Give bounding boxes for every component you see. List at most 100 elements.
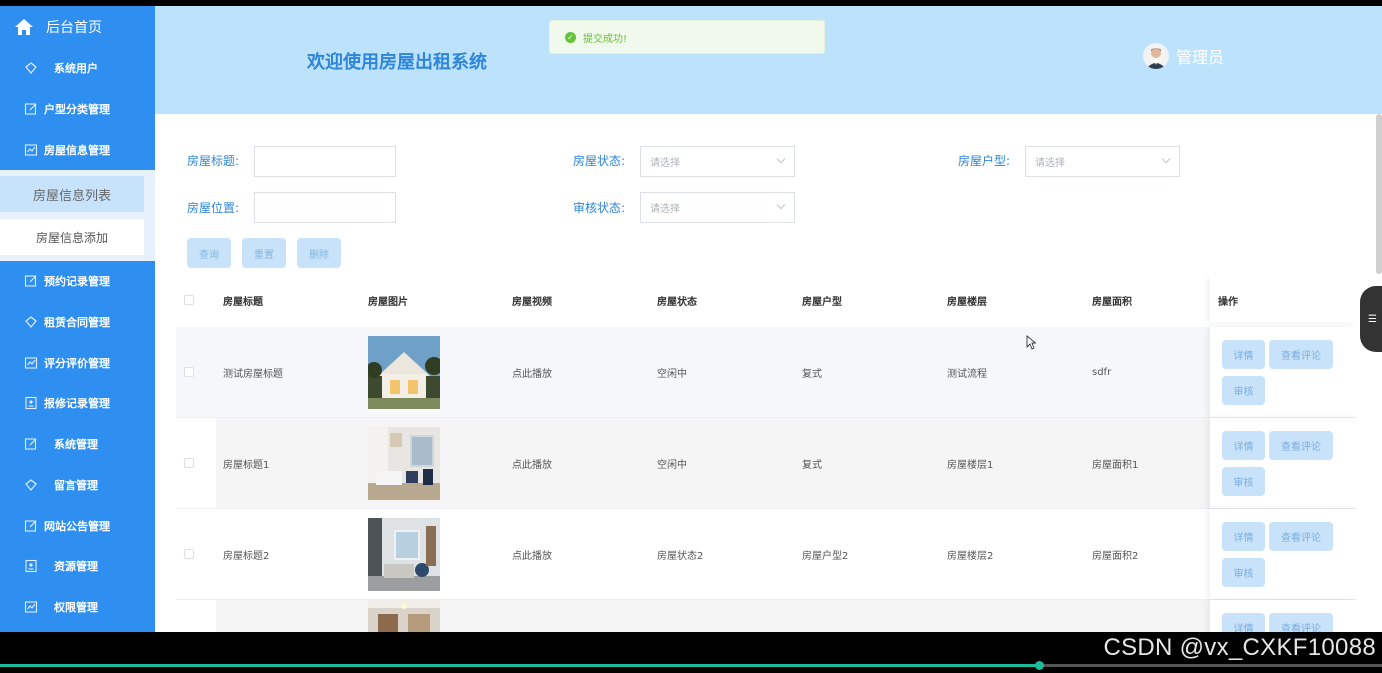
house-image[interactable] xyxy=(368,426,440,500)
audit-filter-placeholder: 请选择 xyxy=(650,204,680,215)
reset-button[interactable]: 重置 xyxy=(242,238,286,268)
detail-button[interactable]: 详情 xyxy=(1222,522,1265,551)
house-image[interactable] xyxy=(368,335,440,409)
delete-button[interactable]: 删除 xyxy=(297,238,341,268)
sidebar-item-label: 系统管理 xyxy=(54,438,98,452)
cell-floor: 测试流程 xyxy=(947,368,987,380)
audit-button[interactable]: 审核 xyxy=(1222,558,1265,587)
cell-title: 房屋标题2 xyxy=(223,550,270,562)
cell-area: 房屋面积1 xyxy=(1092,459,1139,471)
status-filter-label: 房屋状态: xyxy=(573,154,626,168)
title-filter-label: 房屋标题: xyxy=(187,154,240,168)
play-video-link[interactable]: 点此播放 xyxy=(512,327,552,417)
table-header: 房屋标题 房屋图片 房屋视频 房屋状态 房屋户型 房屋楼层 房屋面积 操作 xyxy=(176,278,1356,322)
op-cell: 详情 查看评论 xyxy=(1210,600,1356,632)
sidebar-sub-house-add[interactable]: 房屋信息添加 xyxy=(0,219,144,256)
sidebar-sub-label: 房屋信息列表 xyxy=(32,188,111,204)
cell-type: 复式 xyxy=(802,459,822,471)
table-row[interactable]: 房屋标题1 点此播放 空闲中 复式 房屋楼层1 房屋面积1 详情 查看评论 审核 xyxy=(176,418,1356,509)
drawer-handle[interactable]: ☰ xyxy=(1360,286,1382,352)
table-row[interactable]: 房屋标题2 点此播放 房屋状态2 房屋户型2 房屋楼层2 房屋面积2 详情 查看… xyxy=(176,509,1356,600)
view-comments-button[interactable]: 查看评论 xyxy=(1269,340,1333,369)
status-filter-select[interactable]: 请选择 xyxy=(640,146,795,177)
user-menu[interactable]: 管理员 xyxy=(1143,43,1224,69)
sidebar-submenu: 房屋信息列表 房屋信息添加 xyxy=(0,170,155,262)
audit-button[interactable]: 审核 xyxy=(1222,376,1265,405)
sidebar-item-label: 评分评价管理 xyxy=(44,356,110,370)
sidebar-item-permissions[interactable]: 权限管理 xyxy=(0,587,155,628)
sidebar-item-resources[interactable]: 资源管理 xyxy=(0,546,155,587)
view-comments-button[interactable]: 查看评论 xyxy=(1269,431,1333,460)
cell-area: 房屋面积2 xyxy=(1092,550,1139,562)
row-checkbox[interactable] xyxy=(184,367,194,377)
table-row[interactable]: 测试房屋标题 点此播放 空闲中 复式 测试流程 sdfr 详情 查看评论 审核 xyxy=(176,327,1356,418)
audit-button[interactable]: 审核 xyxy=(1222,467,1265,496)
table-row[interactable]: 详情 查看评论 xyxy=(176,600,1356,632)
sidebar-item-contracts[interactable]: 租赁合同管理 xyxy=(0,302,155,343)
sidebar-item-messages[interactable]: 留言管理 xyxy=(0,465,155,506)
type-filter-select[interactable]: 请选择 xyxy=(1025,146,1180,177)
cell-floor: 房屋楼层1 xyxy=(947,459,994,471)
video-progress-handle[interactable] xyxy=(1035,661,1045,670)
edit-icon xyxy=(24,275,37,287)
sidebar-home[interactable]: 后台首页 xyxy=(0,6,155,48)
sidebar-item-announcements[interactable]: 网站公告管理 xyxy=(0,505,155,546)
play-video-link[interactable]: 点此播放 xyxy=(512,418,552,508)
sidebar-item-ratings[interactable]: 评分评价管理 xyxy=(0,342,155,383)
sidebar: 后台首页 系统用户 户型分类管理 房屋信息管理 房屋信息列表 房屋信息添加 预约… xyxy=(0,6,155,632)
sidebar-item-label: 预约记录管理 xyxy=(44,275,110,289)
query-button[interactable]: 查询 xyxy=(187,238,231,268)
cell-status: 空闲中 xyxy=(657,459,687,471)
edit-icon xyxy=(24,438,37,450)
sidebar-home-label: 后台首页 xyxy=(46,20,102,36)
cell-title: 测试房屋标题 xyxy=(223,368,283,380)
house-image[interactable] xyxy=(368,517,440,591)
scrollbar[interactable] xyxy=(1376,114,1382,274)
chevron-down-icon xyxy=(776,154,786,164)
sidebar-item-label: 户型分类管理 xyxy=(44,103,110,117)
cell-type: 复式 xyxy=(802,368,822,380)
sidebar-item-house-types[interactable]: 户型分类管理 xyxy=(0,89,155,130)
sidebar-item-system[interactable]: 系统管理 xyxy=(0,424,155,465)
column-header: 操作 xyxy=(1218,296,1238,308)
type-filter-placeholder: 请选择 xyxy=(1035,158,1065,169)
toast-message: 提交成功! xyxy=(583,33,628,45)
cell-type: 房屋户型2 xyxy=(802,550,849,562)
row-checkbox[interactable] xyxy=(184,458,194,468)
view-comments-button[interactable]: 查看评论 xyxy=(1269,613,1333,632)
select-all-checkbox[interactable] xyxy=(184,295,194,305)
doc-icon xyxy=(25,397,37,410)
chart-icon xyxy=(24,601,38,613)
doc-icon xyxy=(25,560,37,573)
menu-lines-icon: ☰ xyxy=(1368,313,1377,325)
mouse-cursor-icon xyxy=(1026,335,1036,350)
avatar xyxy=(1143,43,1169,69)
video-progress-bar[interactable] xyxy=(0,661,1382,670)
audit-filter-select[interactable]: 请选择 xyxy=(640,192,795,223)
op-header-cell: 操作 xyxy=(1210,278,1356,322)
user-name: 管理员 xyxy=(1176,48,1225,67)
sidebar-item-reservations[interactable]: 预约记录管理 xyxy=(0,261,155,302)
check-circle-icon: ✓ xyxy=(565,31,576,43)
sidebar-item-house-info[interactable]: 房屋信息管理 xyxy=(0,129,155,170)
sidebar-sub-house-list[interactable]: 房屋信息列表 xyxy=(0,176,144,213)
cell-status: 空闲中 xyxy=(657,368,687,380)
location-filter-input[interactable] xyxy=(254,192,396,223)
row-checkbox[interactable] xyxy=(184,549,194,559)
house-image[interactable] xyxy=(368,600,440,632)
op-cell: 详情 查看评论 审核 xyxy=(1210,327,1356,417)
sidebar-item-repairs[interactable]: 报修记录管理 xyxy=(0,383,155,424)
watermark: CSDN @vx_CXKF10088 xyxy=(1103,634,1376,661)
edit-icon xyxy=(24,519,37,532)
sidebar-item-system-users[interactable]: 系统用户 xyxy=(0,48,155,89)
location-filter-label: 房屋位置: xyxy=(187,201,240,215)
chevron-down-icon xyxy=(1161,154,1171,164)
detail-button[interactable]: 详情 xyxy=(1222,613,1265,632)
play-video-link[interactable]: 点此播放 xyxy=(512,509,552,599)
detail-button[interactable]: 详情 xyxy=(1222,431,1265,460)
view-comments-button[interactable]: 查看评论 xyxy=(1269,522,1333,551)
column-header: 房屋视频 xyxy=(512,296,552,308)
title-filter-input[interactable] xyxy=(254,146,396,177)
detail-button[interactable]: 详情 xyxy=(1222,340,1265,369)
video-overlay: CSDN @vx_CXKF10088 xyxy=(0,632,1382,673)
